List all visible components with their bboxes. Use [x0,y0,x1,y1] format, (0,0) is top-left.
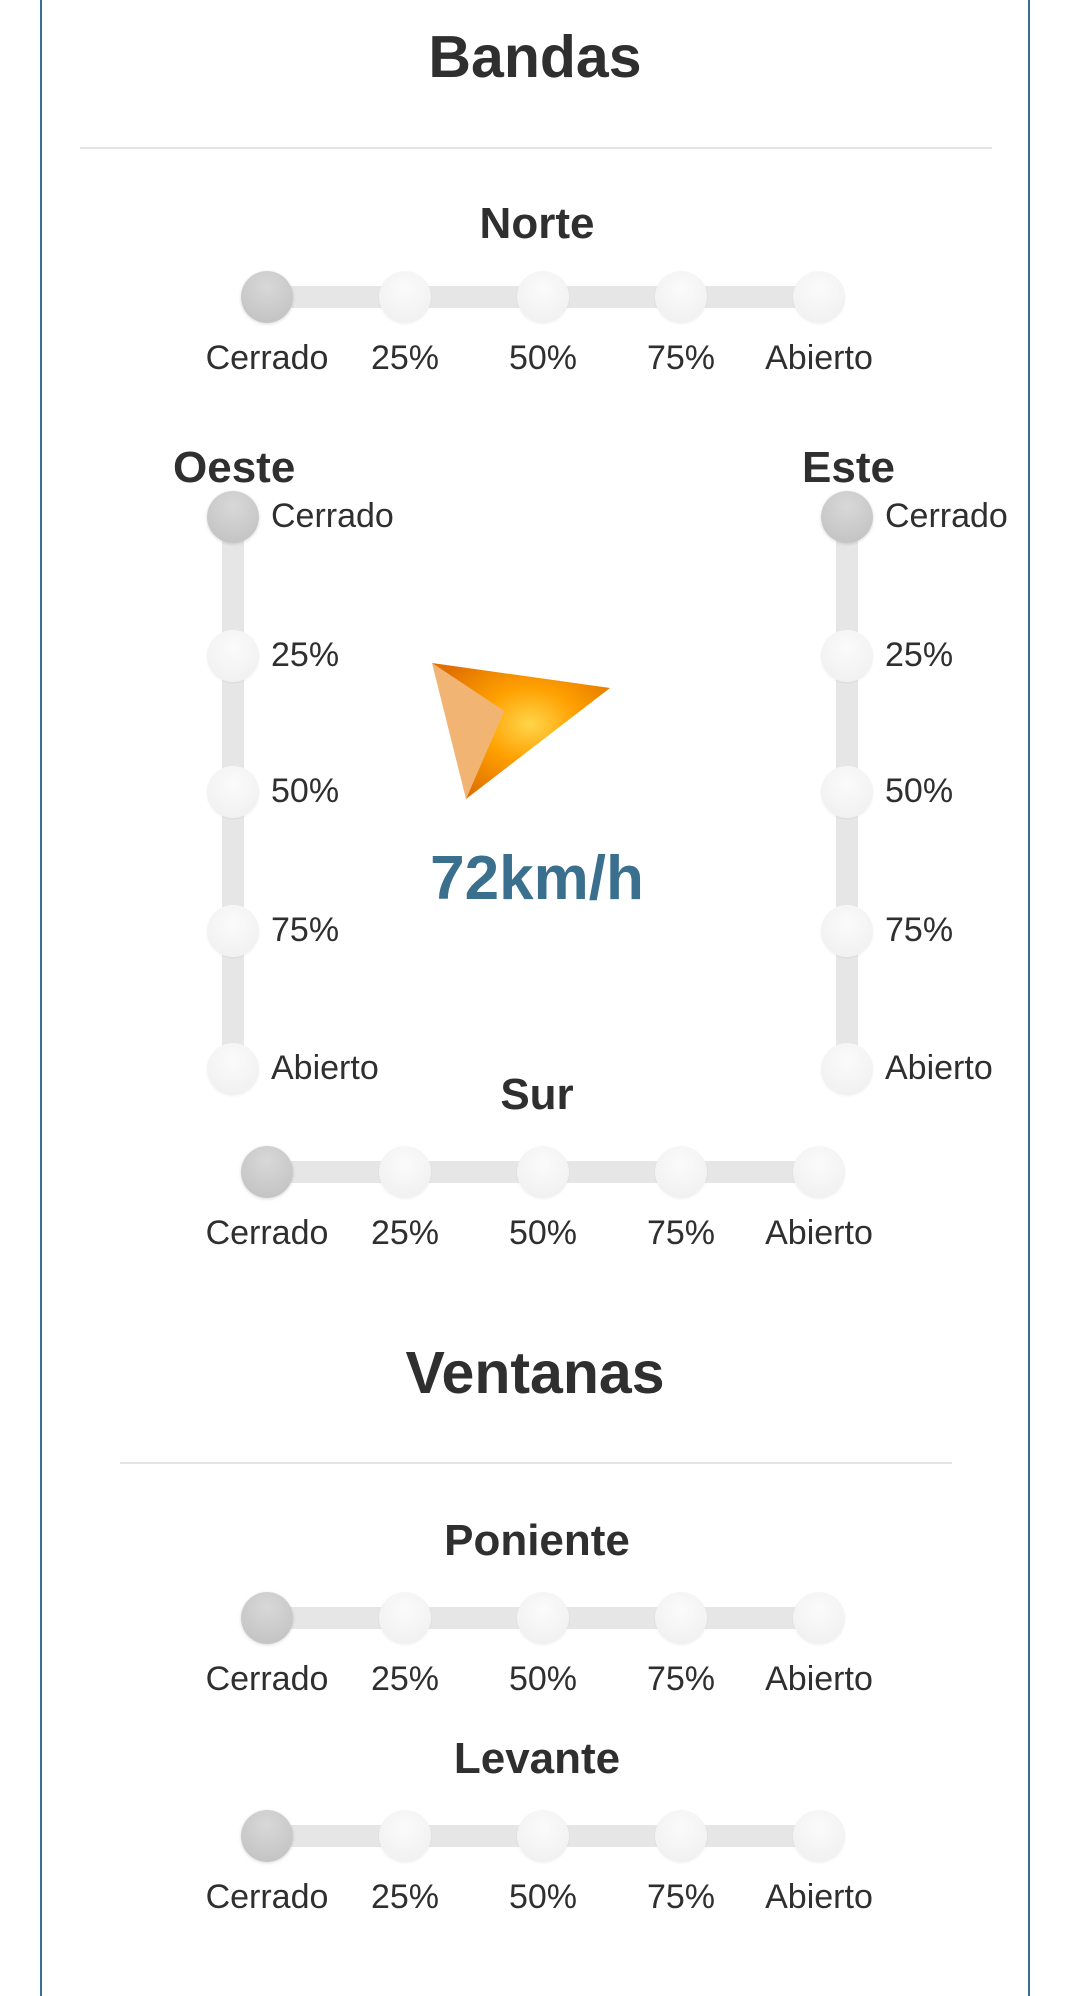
slider-title-este: Este [802,443,895,492]
slider-stop-este-cerrado[interactable] [821,491,873,543]
slider-option-label: 75% [885,911,954,949]
slider-stop-este-abierto[interactable] [821,1043,873,1095]
slider-stop-este-75[interactable] [821,905,873,957]
slider-option-label: Cerrado [885,497,1008,535]
section-divider [80,147,992,149]
slider-stop-sur-75[interactable] [655,1146,707,1198]
slider-option-label: Abierto [765,1878,873,1916]
slider-stop-sur-25[interactable] [379,1146,431,1198]
slider-title-oeste: Oeste [173,443,296,492]
slider-option-label: 50% [885,772,954,810]
slider-stop-oeste-25[interactable] [207,630,259,682]
slider-stop-este-50[interactable] [821,766,873,818]
slider-stop-levante-abierto[interactable] [793,1810,845,1862]
slider-stop-poniente-25[interactable] [379,1592,431,1644]
slider-title-poniente: Poniente [444,1516,630,1565]
slider-stop-norte-abierto[interactable] [793,271,845,323]
slider-stop-norte-25[interactable] [379,271,431,323]
slider-stop-poniente-75[interactable] [655,1592,707,1644]
slider-stop-sur-abierto[interactable] [793,1146,845,1198]
slider-stop-este-25[interactable] [821,630,873,682]
slider-option-label: 25% [271,636,340,674]
section-title-bandas: Bandas [428,24,642,90]
section-divider [120,1462,952,1464]
slider-stop-levante-cerrado[interactable] [241,1810,293,1862]
slider-option-label: Abierto [765,339,873,377]
slider-option-label: Abierto [885,1049,993,1087]
slider-stop-oeste-75[interactable] [207,905,259,957]
slider-option-label: 50% [271,772,340,810]
slider-stop-norte-75[interactable] [655,271,707,323]
slider-option-label: 25% [885,636,954,674]
slider-title-levante: Levante [453,1734,621,1783]
slider-option-label: Abierto [271,1049,379,1087]
wind-direction-arrow-icon [432,663,610,799]
slider-stop-levante-50[interactable] [517,1810,569,1862]
slider-stop-sur-50[interactable] [517,1146,569,1198]
slider-title-norte: Norte [479,199,595,248]
slider-stop-oeste-abierto[interactable] [207,1043,259,1095]
slider-option-label: Abierto [765,1214,873,1252]
control-panel: Bandas Norte Oeste Este 72km/h Sur Venta… [40,0,1030,1996]
slider-option-label: Cerrado [271,497,394,535]
slider-stop-levante-75[interactable] [655,1810,707,1862]
slider-option-label: 75% [271,911,340,949]
slider-stop-poniente-abierto[interactable] [793,1592,845,1644]
slider-stop-poniente-cerrado[interactable] [241,1592,293,1644]
slider-option-label: Abierto [765,1660,873,1698]
section-title-ventanas: Ventanas [405,1340,665,1406]
slider-stop-levante-25[interactable] [379,1810,431,1862]
slider-stop-oeste-cerrado[interactable] [207,491,259,543]
slider-stop-oeste-50[interactable] [207,766,259,818]
slider-stop-poniente-50[interactable] [517,1592,569,1644]
slider-title-sur: Sur [500,1070,574,1119]
wind-speed-value: 72km/h [430,844,644,913]
slider-stop-norte-50[interactable] [517,271,569,323]
slider-stop-norte-cerrado[interactable] [241,271,293,323]
slider-stop-sur-cerrado[interactable] [241,1146,293,1198]
